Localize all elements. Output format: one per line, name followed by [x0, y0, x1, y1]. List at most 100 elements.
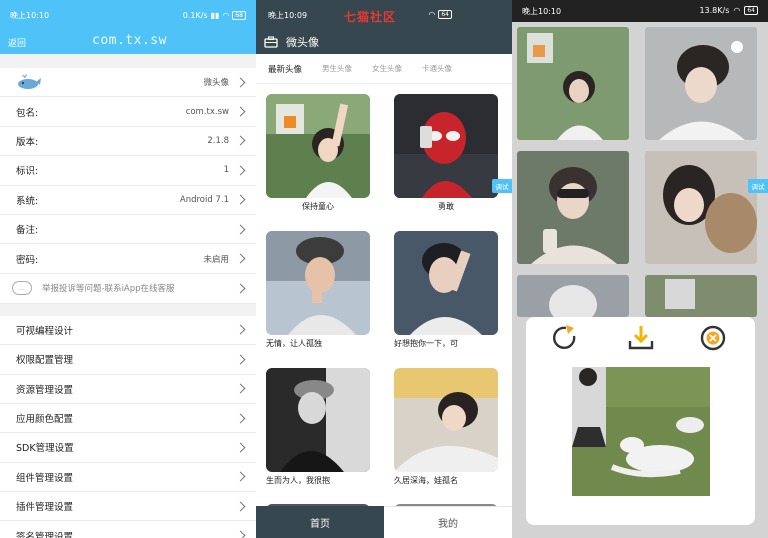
info-row-id[interactable]: 标识: 1 — [0, 156, 256, 186]
menu-item[interactable]: 资源管理设置 — [0, 375, 256, 404]
avatar-image[interactable] — [394, 231, 498, 335]
briefcase-icon — [264, 36, 278, 48]
status-indicators: 13.8K/s ◠ 64 — [699, 6, 758, 15]
avatar-image[interactable] — [394, 94, 498, 198]
avatar-gallery-screen: 晚上10:09 七猫社区 ◠ 64 微头像 最新头像 男生头像 女生头像 卡通头… — [256, 0, 512, 538]
info-value: Android 7.1 — [179, 194, 229, 205]
menu-label: 应用颜色配置 — [16, 414, 74, 426]
avatar-caption: 好想抱你一下，可 — [394, 339, 458, 348]
menu-item[interactable]: 签名管理设置 — [0, 521, 256, 538]
avatar-caption: 保持童心 — [302, 202, 334, 211]
back-button[interactable]: 返回 — [8, 36, 26, 49]
avatar-tile[interactable] — [645, 275, 757, 317]
wifi-icon: ◠ — [222, 10, 230, 20]
avatar-caption: 久居深海，娃孤名 — [394, 476, 458, 485]
section-divider — [0, 54, 256, 68]
close-icon[interactable] — [698, 323, 728, 353]
category-tabs: 最新头像 男生头像 女生头像 卡通头像 — [256, 54, 512, 84]
status-bar: 晚上10:09 七猫社区 ◠ 64 — [256, 0, 512, 30]
menu-label: 组件管理设置 — [16, 472, 74, 484]
app-info-screen: 晚上10:10 0.1K/s ▮▮ ◠ 68 返回 com.tx.sw 微头像 … — [0, 0, 256, 538]
nav-mine[interactable]: 我的 — [384, 506, 512, 538]
bottom-nav: 首页 我的 — [256, 506, 512, 538]
share-icon[interactable] — [550, 323, 580, 353]
network-speed: 0.1K/s — [182, 10, 208, 20]
top-bar: 返回 com.tx.sw — [0, 30, 256, 54]
avatar-card[interactable]: 生而为人，我很抱 — [266, 368, 370, 486]
dialog-actions — [526, 323, 755, 355]
app-name-value: 微头像 — [203, 78, 229, 89]
avatar-tile[interactable] — [517, 151, 629, 264]
chevron-right-icon — [235, 106, 246, 117]
info-row-note[interactable]: 备注: — [0, 215, 256, 245]
info-label: 版本: — [16, 136, 39, 148]
status-bar: 晚上10:10 0.1K/s ▮▮ ◠ 68 — [0, 0, 256, 30]
signal-icon: ▮▮ — [210, 10, 220, 20]
menu-item[interactable]: 可视编程设计 — [0, 316, 256, 346]
chevron-right-icon — [235, 324, 246, 335]
chevron-right-icon — [235, 136, 246, 146]
tab-cartoon[interactable]: 卡通头像 — [422, 63, 452, 74]
avatar-caption: 无情，让人孤独 — [266, 339, 322, 348]
menu-item[interactable]: 权限配置管理 — [0, 345, 256, 375]
watermark: 七猫社区 — [344, 10, 397, 24]
info-row-system[interactable]: 系统: Android 7.1 — [0, 186, 256, 215]
avatar-card[interactable]: 保持童心 — [266, 94, 370, 212]
chevron-right-icon — [235, 194, 246, 205]
debug-tag[interactable]: 调试 — [748, 179, 768, 193]
page-title: 微头像 — [286, 36, 319, 49]
chevron-right-icon — [235, 383, 246, 394]
avatar-tile[interactable] — [517, 275, 629, 317]
avatar-image[interactable] — [266, 94, 370, 198]
info-row-version[interactable]: 版本: 2.1.8 — [0, 127, 256, 157]
app-name-row[interactable]: 微头像 — [0, 68, 256, 98]
info-value: 2.1.8 — [207, 135, 229, 146]
avatar-tile[interactable] — [645, 151, 757, 264]
nav-home[interactable]: 首页 — [256, 506, 384, 538]
info-label: 包名: — [16, 107, 39, 119]
battery-icon: 68 — [232, 10, 246, 20]
menu-label: 资源管理设置 — [16, 384, 74, 396]
chevron-right-icon — [235, 442, 246, 453]
chevron-right-icon — [235, 253, 246, 264]
status-indicators: 0.1K/s ▮▮ ◠ 68 — [182, 10, 246, 20]
avatar-image[interactable] — [266, 231, 370, 335]
battery-icon: 64 — [438, 10, 452, 19]
chevron-right-icon — [235, 413, 246, 424]
info-value: com.tx.sw — [185, 106, 229, 117]
avatar-tile[interactable] — [517, 27, 629, 140]
avatar-image[interactable] — [394, 368, 498, 472]
tab-girls[interactable]: 女生头像 — [372, 63, 402, 74]
info-value: 1 — [223, 165, 229, 176]
chevron-right-icon — [235, 354, 246, 365]
download-icon[interactable] — [626, 323, 656, 353]
tab-boys[interactable]: 男生头像 — [322, 63, 352, 74]
menu-label: SDK管理设置 — [16, 443, 74, 455]
avatar-image[interactable] — [266, 368, 370, 472]
avatar-card[interactable]: 好想抱你一下，可 — [394, 231, 498, 349]
info-label: 密码: — [16, 254, 39, 266]
chevron-right-icon — [235, 77, 246, 88]
wifi-icon: ◠ — [733, 6, 741, 15]
chevron-right-icon — [235, 471, 246, 482]
status-time: 晚上10:09 — [268, 10, 308, 20]
menu-item[interactable]: 组件管理设置 — [0, 463, 256, 493]
menu-item[interactable]: SDK管理设置 — [0, 433, 256, 463]
avatar-card[interactable]: 无情，让人孤独 — [266, 231, 370, 349]
preview-image — [572, 367, 710, 496]
debug-tag[interactable]: 调试 — [492, 179, 512, 193]
menu-item[interactable]: 插件管理设置 — [0, 492, 256, 522]
info-row-password[interactable]: 密码: 未启用 — [0, 244, 256, 274]
page-title: com.tx.sw — [92, 33, 167, 48]
network-speed: 13.8K/s — [699, 6, 730, 15]
menu-item[interactable]: 应用颜色配置 — [0, 404, 256, 434]
status-time: 晚上10:10 — [522, 6, 562, 16]
avatar-card[interactable]: 久居深海，娃孤名 — [394, 368, 498, 486]
info-row-package[interactable]: 包名: com.tx.sw — [0, 97, 256, 127]
tab-latest[interactable]: 最新头像 — [268, 63, 302, 75]
report-row[interactable]: ... 举报投诉等问题-联系iApp在线客服 — [0, 274, 256, 304]
avatar-card[interactable]: 勇敢 — [394, 94, 498, 212]
avatar-tile[interactable] — [645, 27, 757, 140]
report-text: 举报投诉等问题-联系iApp在线客服 — [42, 284, 175, 295]
battery-icon: 64 — [744, 6, 758, 15]
